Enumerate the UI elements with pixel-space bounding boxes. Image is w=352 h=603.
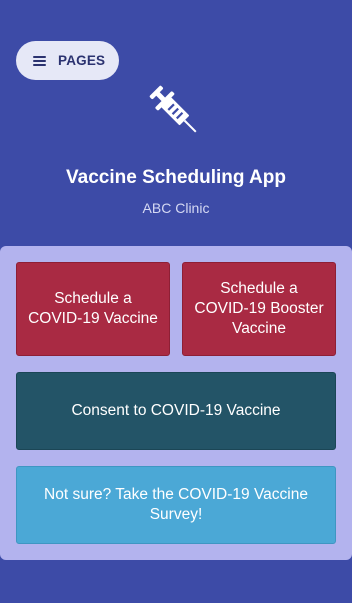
pages-menu-button[interactable]: PAGES <box>16 41 119 80</box>
pages-button-label: PAGES <box>58 53 106 68</box>
consent-button[interactable]: Consent to COVID-19 Vaccine <box>16 372 336 450</box>
app-title: Vaccine Scheduling App <box>66 167 286 188</box>
schedule-booster-button[interactable]: Schedule a COVID-19 Booster Vaccine <box>182 262 336 356</box>
schedule-booster-label: Schedule a COVID-19 Booster Vaccine <box>194 280 324 337</box>
app-screen: PAGES Vaccine Scheduling App ABC Clinic … <box>0 0 352 603</box>
consent-label: Consent to COVID-19 Vaccine <box>71 402 281 419</box>
schedule-vaccine-button[interactable]: Schedule a COVID-19 Vaccine <box>16 262 170 356</box>
hamburger-menu-icon <box>33 55 46 66</box>
syringe-icon <box>149 85 197 133</box>
clinic-name: ABC Clinic <box>142 200 210 216</box>
survey-button[interactable]: Not sure? Take the COVID-19 Vaccine Surv… <box>16 466 336 544</box>
survey-label: Not sure? Take the COVID-19 Vaccine Surv… <box>44 486 308 523</box>
schedule-vaccine-label: Schedule a COVID-19 Vaccine <box>28 290 158 327</box>
